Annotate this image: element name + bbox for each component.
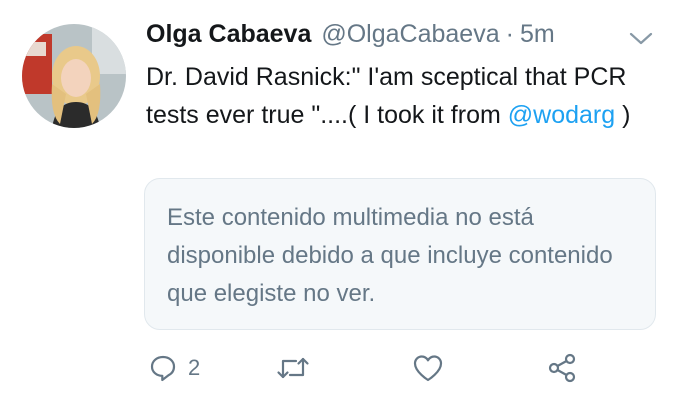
reply-button[interactable]: 2 — [148, 348, 200, 388]
author-handle[interactable]: @OlgaCabaeva — [321, 20, 499, 49]
tweet-text: Dr. David Rasnick:" I'am sceptical that … — [146, 58, 656, 134]
share-icon — [546, 352, 578, 384]
reply-icon — [148, 353, 178, 383]
share-button[interactable] — [546, 348, 578, 388]
chevron-down-icon[interactable] — [628, 30, 654, 48]
retweet-icon — [276, 353, 310, 383]
mention-link[interactable]: @wodarg — [508, 101, 615, 129]
timestamp[interactable]: 5m — [520, 20, 555, 49]
reply-count: 2 — [188, 355, 201, 380]
tweet-text-part2: ) — [615, 101, 631, 129]
separator-dot: · — [505, 20, 514, 48]
media-notice-text: Este contenido multimedia no está dispon… — [167, 204, 613, 307]
tweet: Olga Cabaeva @OlgaCabaeva · 5m Dr. David… — [0, 0, 680, 408]
action-bar: 2 — [0, 348, 680, 388]
author-name[interactable]: Olga Cabaeva — [146, 20, 311, 49]
tweet-header: Olga Cabaeva @OlgaCabaeva · 5m — [146, 20, 555, 54]
heart-icon — [412, 353, 444, 383]
avatar[interactable] — [22, 24, 126, 128]
media-notice-card[interactable]: Este contenido multimedia no está dispon… — [144, 178, 656, 330]
like-button[interactable] — [412, 348, 444, 388]
retweet-button[interactable] — [276, 348, 310, 388]
